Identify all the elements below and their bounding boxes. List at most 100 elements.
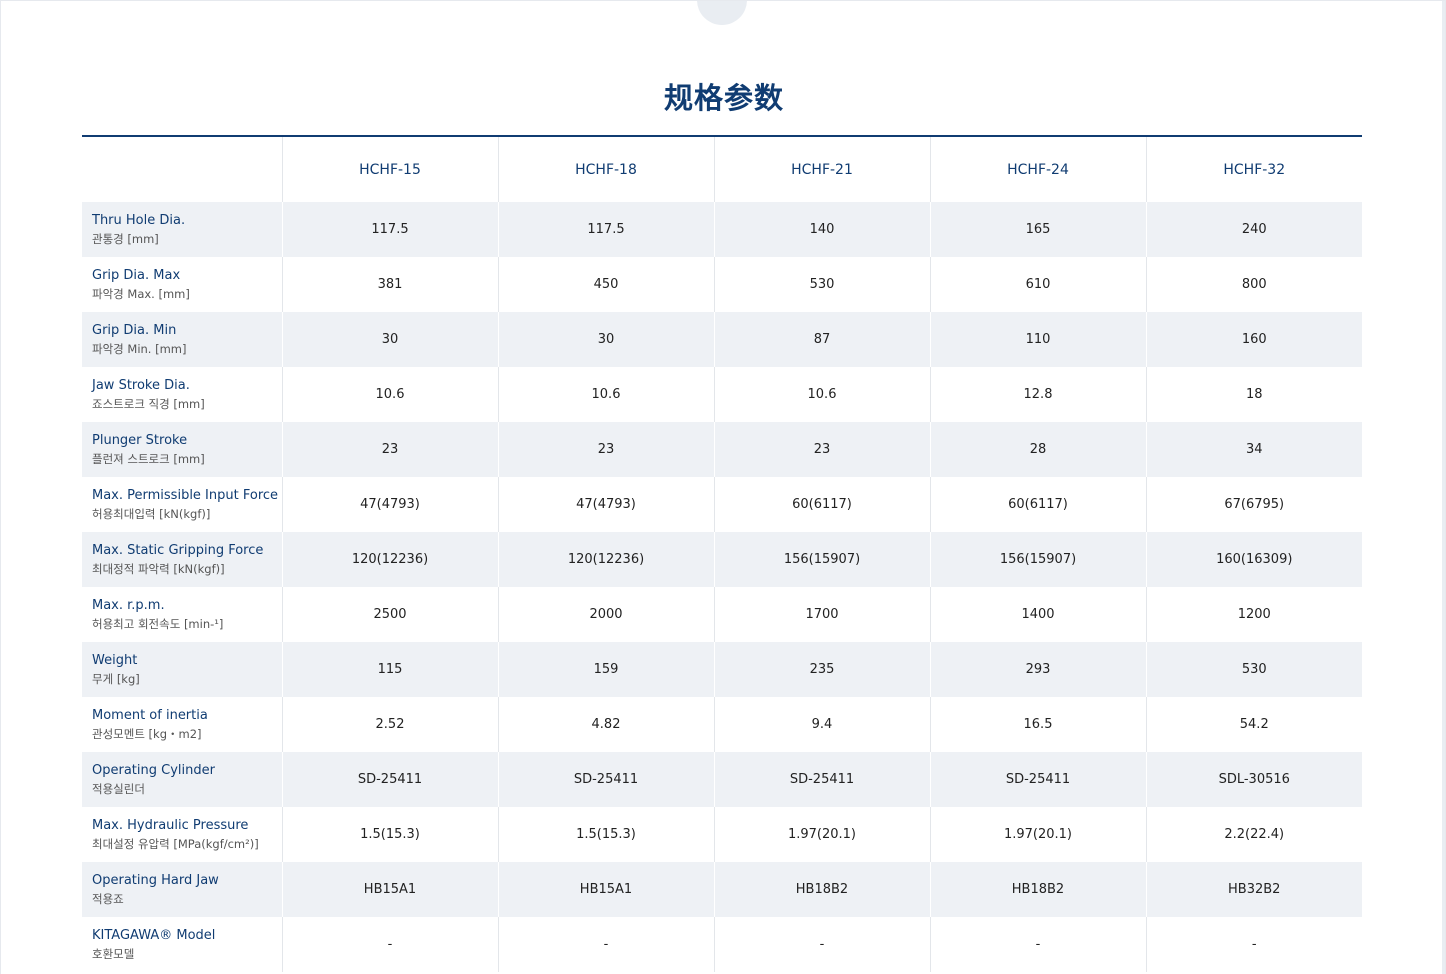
value-cell: 1400 [929,587,1146,642]
value-cell: 47(4793) [281,477,498,532]
row-label-cell: Operating Cylinder 적용실린더 [82,752,282,807]
value-cell: 9.4 [713,697,930,752]
row-label-en: Moment of inertia [92,708,208,723]
model-header: HCHF-24 [929,136,1146,202]
row-label-cell: Max. Hydraulic Pressure 최대설정 유압력 [MPa(kgf… [82,807,282,862]
row-label-ko: 허용최고 회전속도 [min-¹] [92,617,224,631]
value-cell: 47(4793) [497,477,714,532]
row-label-cell: Grip Dia. Max 파악경 Max. [mm] [82,257,282,312]
value-cell: 2.2(22.4) [1145,807,1362,862]
table-row: Plunger Stroke 플런져 스트로크 [mm] 23 23 23 28 34 [82,422,1362,477]
table-row: Max. Static Gripping Force 최대정적 파악력 [kN(k… [82,532,1362,587]
value-cell: 16.5 [929,697,1146,752]
value-cell: 165 [929,202,1146,257]
row-label-cell: Max. Static Gripping Force 최대정적 파악력 [kN(k… [82,532,282,587]
table-row: Jaw Stroke Dia. 죠스트로크 직경 [mm] 10.6 10.6 10.6… [82,367,1362,422]
value-cell: 10.6 [497,367,714,422]
value-cell: 610 [929,257,1146,312]
value-cell: HB18B2 [713,862,930,917]
value-cell: 28 [929,422,1146,477]
value-cell: 2500 [281,587,498,642]
scroll-top-button[interactable] [697,1,747,25]
value-cell: 235 [713,642,930,697]
row-label-cell: Plunger Stroke 플런져 스트로크 [mm] [82,422,282,477]
row-label-ko: 플런져 스트로크 [mm] [92,452,205,466]
row-label-cell: Max. r.p.m. 허용최고 회전속도 [min-¹] [82,587,282,642]
value-cell: 120(12236) [497,532,714,587]
value-cell: 60(6117) [713,477,930,532]
table-row: Max. Hydraulic Pressure 최대설정 유압력 [MPa(kgf… [82,807,1362,862]
table-row: Weight 무게 [kg] 115 159 235 293 530 [82,642,1362,697]
spec-table: HCHF-15 HCHF-18 HCHF-21 HCHF-24 HCHF-32 … [82,135,1362,972]
value-cell: 1.5(15.3) [497,807,714,862]
row-label-en: Grip Dia. Min [92,323,177,338]
value-cell: 156(15907) [713,532,930,587]
value-cell: 115 [281,642,498,697]
value-cell: 1.97(20.1) [929,807,1146,862]
row-label-cell: Operating Hard Jaw 적용죠 [82,862,282,917]
value-cell: HB15A1 [281,862,498,917]
value-cell: 159 [497,642,714,697]
model-header: HCHF-32 [1145,136,1362,202]
value-cell: SD-25411 [281,752,498,807]
value-cell: 160 [1145,312,1362,367]
row-label-en: Weight [92,653,138,668]
value-cell: 140 [713,202,930,257]
value-cell: 23 [281,422,498,477]
value-cell: 450 [497,257,714,312]
value-cell: 800 [1145,257,1362,312]
value-cell: - [497,917,714,972]
value-cell: 23 [713,422,930,477]
scrollbar-track[interactable] [1442,1,1445,974]
value-cell: 530 [1145,642,1362,697]
value-cell: 18 [1145,367,1362,422]
value-cell: 2.52 [281,697,498,752]
value-cell: - [929,917,1146,972]
row-label-ko: 관통경 [mm] [92,232,159,246]
model-header: HCHF-15 [281,136,498,202]
table-row: Thru Hole Dia. 관통경 [mm] 117.5 117.5 140 165 24… [82,202,1362,257]
row-label-en: Thru Hole Dia. [92,213,186,228]
value-cell: SDL-30516 [1145,752,1362,807]
value-cell: - [1145,917,1362,972]
row-label-en: Jaw Stroke Dia. [92,378,190,393]
row-label-cell: Weight 무게 [kg] [82,642,282,697]
value-cell: 530 [713,257,930,312]
table-row: Operating Hard Jaw 적용죠 HB15A1 HB15A1 HB18B2 H… [82,862,1362,917]
value-cell: 120(12236) [281,532,498,587]
value-cell: 160(16309) [1145,532,1362,587]
value-cell: 54.2 [1145,697,1362,752]
value-cell: 10.6 [713,367,930,422]
header-corner-cell [82,136,282,202]
value-cell: - [281,917,498,972]
table-row: Max. r.p.m. 허용최고 회전속도 [min-¹] 2500 2000 1700… [82,587,1362,642]
row-label-ko: 적용실린더 [92,782,145,796]
value-cell: SD-25411 [713,752,930,807]
row-label-ko: 파악경 Min. [mm] [92,342,187,356]
spec-page: 规格参数 HCHF-15 HCHF-18 HCHF-21 HCHF-24 HCH… [0,0,1446,974]
row-label-cell: Grip Dia. Min 파악경 Min. [mm] [82,312,282,367]
value-cell: - [713,917,930,972]
value-cell: SD-25411 [929,752,1146,807]
row-label-en: Operating Hard Jaw [92,873,219,888]
value-cell: SD-25411 [497,752,714,807]
row-label-en: Plunger Stroke [92,433,188,448]
page-title: 规格参数 [663,81,784,115]
row-label-en: Grip Dia. Max [92,268,181,283]
table-row: Grip Dia. Min 파악경 Min. [mm] 30 30 87 110 160 [82,312,1362,367]
table-row: KITAGAWA® Model 호환모델 - - - - - [82,917,1362,972]
row-label-cell: KITAGAWA® Model 호환모델 [82,917,282,972]
row-label-en: Max. r.p.m. [92,598,165,613]
row-label-cell: Moment of inertia 관성모멘트 [kg・m2] [82,697,282,752]
table-row: Grip Dia. Max 파악경 Max. [mm] 381 450 530 610 80… [82,257,1362,312]
value-cell: 12.8 [929,367,1146,422]
value-cell: HB32B2 [1145,862,1362,917]
table-row: Operating Cylinder 적용실린더 SD-25411 SD-25411 S… [82,752,1362,807]
value-cell: 110 [929,312,1146,367]
table-header-row: HCHF-15 HCHF-18 HCHF-21 HCHF-24 HCHF-32 [82,136,1362,202]
row-label-ko: 호환모델 [92,947,135,961]
value-cell: 1700 [713,587,930,642]
row-label-en: Operating Cylinder [92,763,215,778]
value-cell: 10.6 [281,367,498,422]
value-cell: 1.5(15.3) [281,807,498,862]
